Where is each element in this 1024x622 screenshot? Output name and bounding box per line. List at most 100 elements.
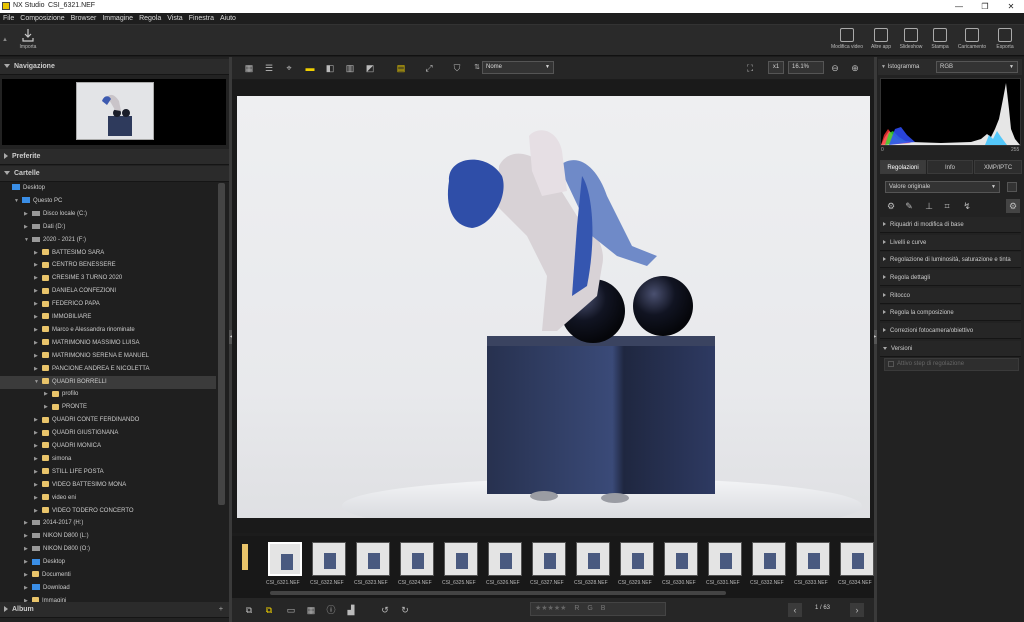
chevron-right-icon[interactable]: ▶ <box>34 247 42 260</box>
tree-item[interactable]: ▶ STILL LIFE POSTA <box>0 466 216 479</box>
filmstrip-thumbnail[interactable] <box>532 542 566 576</box>
chevron-right-icon[interactable]: ▶ <box>34 298 42 311</box>
filmstrip-thumbnail[interactable] <box>312 542 346 576</box>
tree-item[interactable]: ▶ NIKON D800 (O:) <box>0 543 216 556</box>
print-button[interactable]: Stampa <box>928 28 952 50</box>
menu-composizione[interactable]: Composizione <box>17 13 67 25</box>
label-g[interactable]: G <box>587 605 592 612</box>
video-edit-button[interactable]: Modifica video <box>829 28 865 50</box>
rating-stars[interactable]: ★★★★★ <box>535 605 566 612</box>
filmstrip-thumbnail[interactable] <box>708 542 742 576</box>
rotate-left-icon[interactable]: ↺ <box>378 603 392 617</box>
tree-item[interactable]: ▶ VIDEO TODERO CONCERTO <box>0 505 216 518</box>
tree-item[interactable]: ▶ PRONTE <box>0 401 216 414</box>
histogram-header[interactable]: ▼ Istogramma RGB ▼ <box>878 59 1022 75</box>
chevron-right-icon[interactable]: ▶ <box>34 285 42 298</box>
upload-button[interactable]: Caricamento <box>955 28 989 50</box>
histogram-channel-dropdown[interactable]: RGB ▼ <box>936 61 1018 73</box>
tree-item[interactable]: ▼ QUADRI BORRELLI <box>0 375 216 389</box>
filmstrip-view-icon[interactable]: ◧ <box>323 61 337 75</box>
crop-icon[interactable]: ⌗ <box>940 199 954 213</box>
chevron-right-icon[interactable]: ▶ <box>34 440 42 453</box>
maximize-button[interactable]: ❐ <box>972 0 998 13</box>
tree-item[interactable]: ▶ CENTRO BENESSERE <box>0 259 216 272</box>
zoom-dropdown[interactable]: 16.1% <box>788 61 824 74</box>
chevron-right-icon[interactable]: ▶ <box>24 569 32 582</box>
checkbox[interactable] <box>888 361 894 367</box>
next-image-icon[interactable]: › <box>850 603 864 617</box>
menu-finestra[interactable]: Finestra <box>186 13 217 25</box>
chevron-right-icon[interactable]: ▶ <box>24 517 32 530</box>
section-versions[interactable]: Versioni <box>880 341 1021 357</box>
album-header[interactable]: Album + <box>0 602 229 618</box>
level-icon[interactable]: ⊥ <box>922 199 936 213</box>
filter-icon[interactable]: ⛉ <box>450 61 464 75</box>
grid-overlay-icon[interactable]: ▦ <box>304 603 318 617</box>
display-mode-icon[interactable]: ▤ <box>394 61 408 75</box>
chevron-right-icon[interactable]: ▶ <box>24 530 32 543</box>
rotate-right-icon[interactable]: ↻ <box>398 603 412 617</box>
sort-dropdown[interactable]: Nome ▼ <box>482 61 554 74</box>
picture-control-icon[interactable]: ⚙ <box>884 199 898 213</box>
section-lhs[interactable]: Regolazione di luminosità, saturazione e… <box>880 252 1021 268</box>
tree-item[interactable]: ▶ FEDERICO PAPA <box>0 298 216 311</box>
chevron-right-icon[interactable]: ▶ <box>34 414 42 427</box>
chevron-right-icon[interactable]: ▶ <box>34 311 42 324</box>
tree-item[interactable]: ▶ CRESIME 3 TURNO 2020 <box>0 272 216 285</box>
chevron-right-icon[interactable]: ▶ <box>34 259 42 272</box>
tree-item[interactable]: ▶ QUADRI MONICA <box>0 440 216 453</box>
chevron-right-icon[interactable]: ▶ <box>34 324 42 337</box>
tree-item[interactable]: ▶ Documenti <box>0 569 216 582</box>
tree-item[interactable]: ▶ Disco locale (C:) <box>0 208 216 221</box>
section-camera-lens[interactable]: Correzioni fotocamera/obiettivo <box>880 323 1021 339</box>
tree-item[interactable]: ▶ DANIELA CONFEZIONI <box>0 285 216 298</box>
section-retouch[interactable]: Ritocco <box>880 288 1021 304</box>
tree-item[interactable]: ▶ simona <box>0 453 216 466</box>
chevron-right-icon[interactable]: ▶ <box>24 543 32 556</box>
histogram-toggle-icon[interactable]: ▟ <box>344 603 358 617</box>
tree-item[interactable]: ▶ QUADRI GIUSTIGNANA <box>0 427 216 440</box>
tree-item[interactable]: ▶ BATTESIMO SARA <box>0 247 216 260</box>
filmstrip-thumbnail[interactable] <box>268 542 302 576</box>
filmstrip-thumbnail[interactable] <box>356 542 390 576</box>
section-levels-curves[interactable]: Livelli e curve <box>880 235 1021 251</box>
import-button[interactable]: Importa <box>14 28 42 50</box>
chevron-right-icon[interactable]: ▶ <box>34 466 42 479</box>
chevron-right-icon[interactable]: ▶ <box>34 505 42 518</box>
label-r[interactable]: R <box>574 605 579 612</box>
collapse-arrow-icon[interactable]: ▲ <box>2 37 8 43</box>
chevron-right-icon[interactable]: ▶ <box>24 221 32 234</box>
menu-file[interactable]: File <box>0 13 17 25</box>
section-detail[interactable]: Regola dettagli <box>880 270 1021 286</box>
other-apps-button[interactable]: Altre app <box>868 28 894 50</box>
tab-xmp-iptc[interactable]: XMP/IPTC <box>974 160 1022 174</box>
filmstrip-thumbnail[interactable] <box>400 542 434 576</box>
straighten-icon[interactable]: ↯ <box>960 199 974 213</box>
export-button[interactable]: Esporta <box>992 28 1018 50</box>
info-icon[interactable]: ⓘ <box>324 603 338 617</box>
chevron-right-icon[interactable]: ▶ <box>24 208 32 221</box>
menu-browser[interactable]: Browser <box>68 13 100 25</box>
filmstrip-thumbnail[interactable] <box>664 542 698 576</box>
menu-aiuto[interactable]: Aiuto <box>217 13 239 25</box>
versions-step[interactable]: Attivo step di regolazione <box>884 358 1019 371</box>
rating-bar[interactable]: ★★★★★ R G B <box>530 602 666 616</box>
tree-item[interactable]: ▶ video eni <box>0 492 216 505</box>
tab-regolazioni[interactable]: Regolazioni <box>880 160 926 174</box>
fit-screen-icon[interactable]: ⤢ <box>422 61 436 75</box>
grid-view-icon[interactable]: ▦ <box>242 61 256 75</box>
slideshow-button[interactable]: Slideshow <box>897 28 925 50</box>
chevron-right-icon[interactable]: ▶ <box>34 479 42 492</box>
chevron-right-icon[interactable]: ▶ <box>44 388 52 401</box>
favorites-header[interactable]: Preferite <box>0 149 229 165</box>
tree-item[interactable]: ▶ MATRIMONIO SERENA E MANUEL <box>0 350 216 363</box>
tree-item[interactable]: ▶ PANCIONE ANDREA E NICOLETTA <box>0 363 216 376</box>
navigation-preview[interactable] <box>2 79 226 145</box>
prev-image-icon[interactable]: ‹ <box>788 603 802 617</box>
sync-icon[interactable]: ⧉ <box>262 603 276 617</box>
add-album-icon[interactable]: + <box>219 602 223 618</box>
tree-item[interactable]: ▶ Download <box>0 582 216 595</box>
menu-regola[interactable]: Regola <box>136 13 164 25</box>
preset-options-button[interactable] <box>1007 182 1017 192</box>
chevron-right-icon[interactable]: ▶ <box>24 556 32 569</box>
